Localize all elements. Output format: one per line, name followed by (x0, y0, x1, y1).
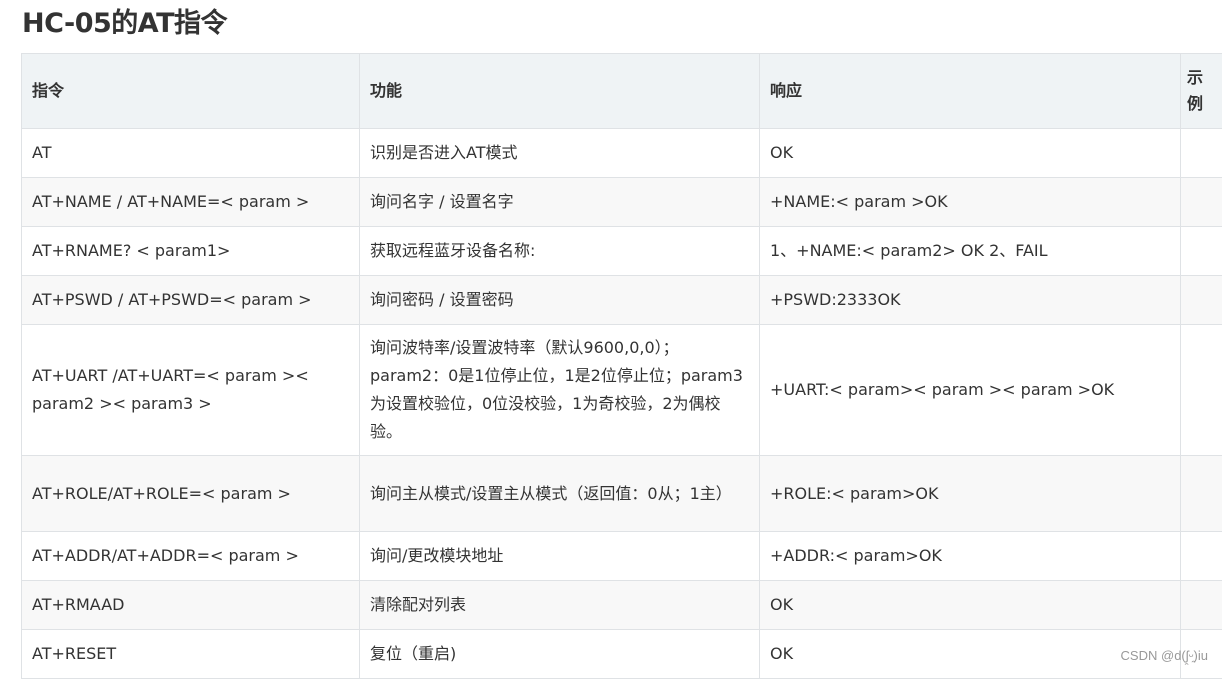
table-row: AT+RMAAD 清除配对列表 OK (22, 581, 1222, 630)
cell-response: OK (760, 630, 1181, 679)
cell-response: +ADDR:< param>OK (760, 532, 1181, 581)
cell-function: 询问密码 / 设置密码 (360, 276, 760, 325)
cell-response: +PSWD:2333OK (760, 276, 1181, 325)
table-row: AT+RNAME? < param1> 获取远程蓝牙设备名称: 1、+NAME:… (22, 227, 1222, 276)
cell-function: 询问名字 / 设置名字 (360, 178, 760, 227)
table-row: AT+UART /AT+UART=< param >< param2 >< pa… (22, 325, 1222, 456)
cell-function: 复位（重启) (360, 630, 760, 679)
cell-function: 询问波特率/设置波特率（默认9600,0,0）；param2：0是1位停止位，1… (360, 325, 760, 456)
cell-command: AT+NAME / AT+NAME=< param > (22, 178, 360, 227)
table-row: AT 识别是否进入AT模式 OK (22, 129, 1222, 178)
cell-example (1181, 129, 1222, 178)
cell-response: OK (760, 129, 1181, 178)
cell-response: +UART:< param>< param >< param >OK (760, 325, 1181, 456)
cell-command: AT+PSWD / AT+PSWD=< param > (22, 276, 360, 325)
table-row: AT+PSWD / AT+PSWD=< param > 询问密码 / 设置密码 … (22, 276, 1222, 325)
cell-function: 获取远程蓝牙设备名称: (360, 227, 760, 276)
cell-command: AT+ROLE/AT+ROLE=< param > (22, 456, 360, 532)
cell-example (1181, 276, 1222, 325)
table-row: AT+ADDR/AT+ADDR=< param > 询问/更改模块地址 +ADD… (22, 532, 1222, 581)
cell-response: +NAME:< param >OK (760, 178, 1181, 227)
cell-response: +ROLE:< param>OK (760, 456, 1181, 532)
cell-function: 清除配对列表 (360, 581, 760, 630)
header-example: 示例 (1181, 54, 1222, 129)
cell-example (1181, 456, 1222, 532)
cell-function: 识别是否进入AT模式 (360, 129, 760, 178)
table-row: AT+ROLE/AT+ROLE=< param > 询问主从模式/设置主从模式（… (22, 456, 1222, 532)
cell-command: AT (22, 129, 360, 178)
cell-example (1181, 581, 1222, 630)
cell-example (1181, 227, 1222, 276)
header-command: 指令 (22, 54, 360, 129)
cell-function: 询问/更改模块地址 (360, 532, 760, 581)
cell-command: AT+ADDR/AT+ADDR=< param > (22, 532, 360, 581)
table-row: AT+RESET 复位（重启) OK (22, 630, 1222, 679)
cell-response: 1、+NAME:< param2> OK 2、FAIL (760, 227, 1181, 276)
cell-command: AT+UART /AT+UART=< param >< param2 >< pa… (22, 325, 360, 456)
at-command-table: 指令 功能 响应 示例 AT 识别是否进入AT模式 OK AT+NAME / A… (21, 53, 1222, 679)
cell-function: 询问主从模式/设置主从模式（返回值：0从；1主） (360, 456, 760, 532)
cell-command: AT+RESET (22, 630, 360, 679)
table-row: AT+NAME / AT+NAME=< param > 询问名字 / 设置名字 … (22, 178, 1222, 227)
header-function: 功能 (360, 54, 760, 129)
table-header-row: 指令 功能 响应 示例 (22, 54, 1222, 129)
cell-response: OK (760, 581, 1181, 630)
page-title: HC-05的AT指令 (22, 4, 227, 44)
cell-example (1181, 532, 1222, 581)
cell-example (1181, 325, 1222, 456)
cell-command: AT+RNAME? < param1> (22, 227, 360, 276)
cell-example (1181, 178, 1222, 227)
header-response: 响应 (760, 54, 1181, 129)
watermark: CSDN @d(ʃ̯ᵕ̯)iu (1121, 648, 1208, 663)
cell-command: AT+RMAAD (22, 581, 360, 630)
